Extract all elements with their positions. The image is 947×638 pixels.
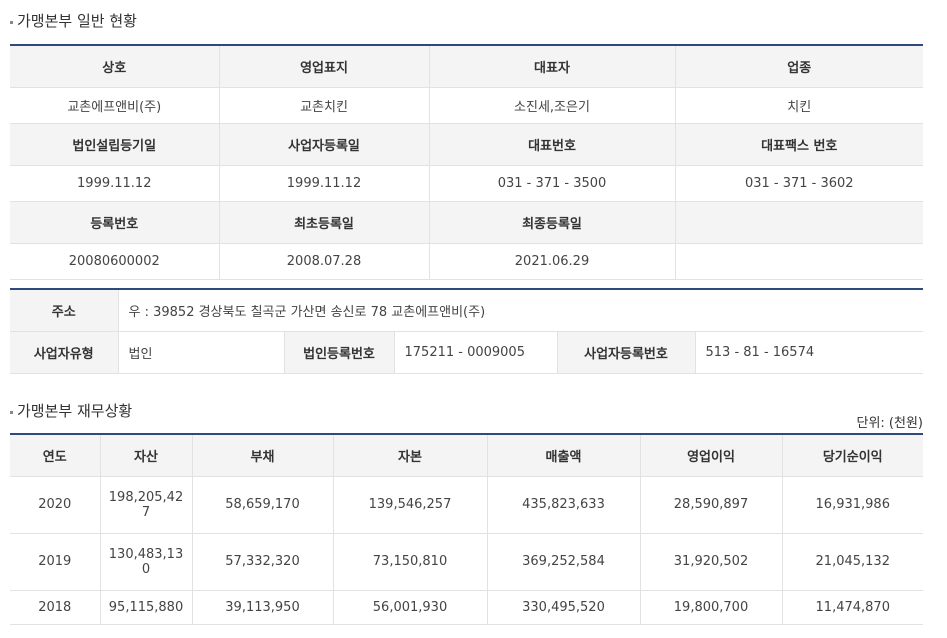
header-phone: 대표번호	[428, 122, 676, 166]
cell-year: 2018	[10, 589, 101, 625]
table-row: 2018 95,115,880 39,113,950 56,001,930 33…	[10, 589, 923, 625]
value-brand: 교촌치킨	[218, 86, 430, 124]
header-incorporation-date: 법인설립등기일	[10, 122, 220, 166]
cell-revenue: 435,823,633	[486, 475, 641, 534]
value-incorporation-date: 1999.11.12	[10, 164, 220, 202]
cell-assets: 95,115,880	[99, 589, 193, 625]
value-first-reg-date: 2008.07.28	[218, 242, 430, 280]
value-company-name: 교촌에프앤비(주)	[10, 86, 220, 124]
table-row: 20080600002 2008.07.28 2021.06.29	[10, 242, 923, 280]
address-value: 우 : 39852 경상북도 칠곡군 가산면 송신로 78 교촌에프앤비(주)	[117, 288, 924, 332]
col-header-revenue: 매출액	[486, 433, 641, 477]
header-registration-no: 등록번호	[10, 200, 220, 244]
table-row: 등록번호 최초등록일 최종등록일	[10, 200, 923, 244]
cell-net-income: 16,931,986	[781, 475, 923, 534]
address-label: 주소	[10, 288, 119, 332]
value-business-reg-date: 1999.11.12	[218, 164, 430, 202]
cell-equity: 56,001,930	[332, 589, 488, 625]
value-empty	[674, 242, 923, 280]
cell-operating-income: 31,920,502	[639, 532, 783, 591]
bullet-icon	[10, 21, 13, 24]
cell-revenue: 330,495,520	[486, 589, 641, 625]
general-status-table: 상호 영업표지 대표자 업종 교촌에프앤비(주) 교촌치킨 소진세,조은기 치킨…	[10, 44, 923, 280]
value-last-reg-date: 2021.06.29	[428, 242, 676, 280]
general-status-title-text: 가맹본부 일반 현황	[17, 12, 137, 30]
table-row: 2019 130,483,13 0 57,332,320 73,150,810 …	[10, 532, 923, 591]
cell-liabilities: 57,332,320	[191, 532, 334, 591]
financial-table: 연도 자산 부채 자본 매출액 영업이익 당기순이익 2020 198,205,…	[10, 433, 923, 625]
biztype-value: 법인	[117, 330, 285, 374]
corpno-label: 법인등록번호	[283, 330, 395, 374]
cell-revenue: 369,252,584	[486, 532, 641, 591]
cell-liabilities: 58,659,170	[191, 475, 334, 534]
financial-status-title-text: 가맹본부 재무상황	[17, 402, 133, 420]
cell-assets: 198,205,42 7	[99, 475, 193, 534]
table-row: 교촌에프앤비(주) 교촌치킨 소진세,조은기 치킨	[10, 86, 923, 124]
table-row: 사업자유형 법인 법인등록번호 175211 - 0009005 사업자등록번호…	[10, 330, 924, 374]
table-row: 2020 198,205,42 7 58,659,170 139,546,257…	[10, 475, 923, 534]
value-registration-no: 20080600002	[10, 242, 220, 280]
col-header-operating-income: 영업이익	[639, 433, 783, 477]
cell-net-income: 11,474,870	[781, 589, 923, 625]
cell-equity: 73,150,810	[332, 532, 488, 591]
header-last-reg-date: 최종등록일	[428, 200, 676, 244]
cell-year: 2020	[10, 475, 101, 534]
cell-operating-income: 28,590,897	[639, 475, 783, 534]
table-row: 주소 우 : 39852 경상북도 칠곡군 가산면 송신로 78 교촌에프앤비(…	[10, 288, 924, 332]
cell-operating-income: 19,800,700	[639, 589, 783, 625]
value-ceo: 소진세,조은기	[428, 86, 676, 124]
col-header-assets: 자산	[99, 433, 193, 477]
value-fax: 031 - 371 - 3602	[674, 164, 923, 202]
table-header-row: 연도 자산 부채 자본 매출액 영업이익 당기순이익	[10, 433, 923, 477]
value-industry: 치킨	[674, 86, 923, 124]
table-row: 상호 영업표지 대표자 업종	[10, 44, 923, 88]
corpno-value: 175211 - 0009005	[393, 330, 558, 374]
header-ceo: 대표자	[428, 44, 676, 88]
cell-assets: 130,483,13 0	[99, 532, 193, 591]
header-fax: 대표팩스 번호	[674, 122, 923, 166]
col-header-year: 연도	[10, 433, 101, 477]
cell-equity: 139,546,257	[332, 475, 488, 534]
header-empty	[674, 200, 923, 244]
header-business-reg-date: 사업자등록일	[218, 122, 430, 166]
value-phone: 031 - 371 - 3500	[428, 164, 676, 202]
cell-net-income: 21,045,132	[781, 532, 923, 591]
bizno-value: 513 - 81 - 16574	[694, 330, 924, 374]
col-header-liabilities: 부채	[191, 433, 334, 477]
cell-liabilities: 39,113,950	[191, 589, 334, 625]
unit-label: 단위: (천원)	[856, 416, 924, 431]
header-industry: 업종	[674, 44, 923, 88]
cell-year: 2019	[10, 532, 101, 591]
bizno-label: 사업자등록번호	[556, 330, 696, 374]
header-company-name: 상호	[10, 44, 220, 88]
col-header-net-income: 당기순이익	[781, 433, 923, 477]
header-first-reg-date: 최초등록일	[218, 200, 430, 244]
address-table: 주소 우 : 39852 경상북도 칠곡군 가산면 송신로 78 교촌에프앤비(…	[10, 288, 924, 374]
table-row: 법인설립등기일 사업자등록일 대표번호 대표팩스 번호	[10, 122, 923, 166]
biztype-label: 사업자유형	[10, 330, 119, 374]
col-header-equity: 자본	[332, 433, 488, 477]
header-brand: 영업표지	[218, 44, 430, 88]
general-status-title: 가맹본부 일반 현황	[10, 10, 137, 31]
financial-status-title: 가맹본부 재무상황	[10, 400, 132, 421]
bullet-icon	[10, 411, 13, 414]
table-row: 1999.11.12 1999.11.12 031 - 371 - 3500 0…	[10, 164, 923, 202]
